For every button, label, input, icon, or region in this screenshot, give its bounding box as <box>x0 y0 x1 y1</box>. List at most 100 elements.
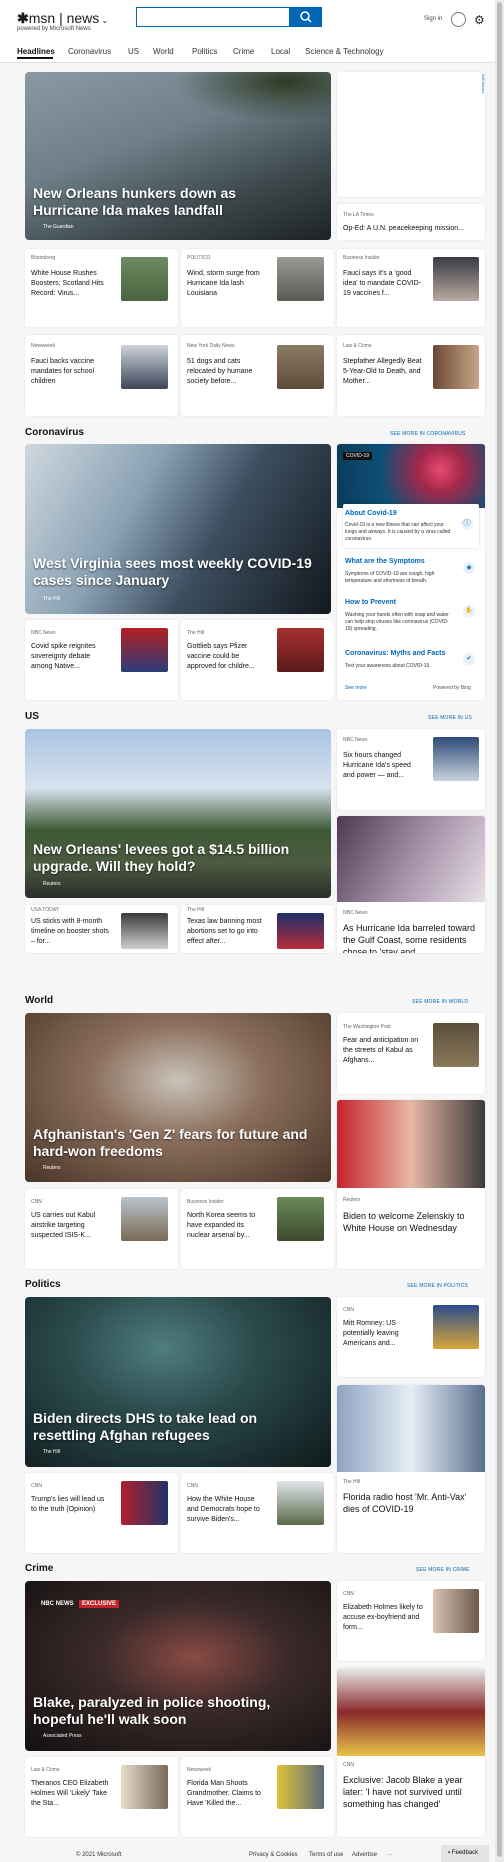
side-card[interactable]: The LA Times Op-Ed: A U.N. peacekeeping … <box>337 204 485 240</box>
headline[interactable]: Fear and anticipation on the streets of … <box>343 1036 423 1066</box>
hero-card[interactable]: West Virginia sees most weekly COVID-19 … <box>25 444 331 614</box>
news-card[interactable]: NBC News Six hours changed Hurricane Ida… <box>337 729 485 810</box>
news-card[interactable]: The Hill Gottlieb says Pfizer vaccine co… <box>181 620 334 700</box>
news-card[interactable]: CNN How the White House and Democrats ho… <box>181 1473 334 1553</box>
headline[interactable]: Trump's lies will lead us to the truth (… <box>31 1495 111 1515</box>
headline[interactable]: US sticks with 8-month timeline on boost… <box>31 917 111 947</box>
headline[interactable]: Gottlieb says Pfizer vaccine could be ap… <box>187 642 267 672</box>
tab-crime[interactable]: Crime <box>233 47 254 56</box>
news-card[interactable]: CNN Mitt Romney: US potentially leaving … <box>337 1297 485 1377</box>
footer-link-privacy[interactable]: Privacy & Cookies <box>249 1852 298 1858</box>
news-card[interactable]: Business Insider North Korea seems to ha… <box>181 1189 334 1269</box>
search-button[interactable] <box>290 7 322 27</box>
headline[interactable]: Mitt Romney: US potentially leaving Amer… <box>343 1319 423 1349</box>
news-card[interactable]: Law & Crime Theranos CEO Elizabeth Holme… <box>25 1757 178 1837</box>
headline[interactable]: Fauci backs vaccine mandates for school … <box>31 357 111 387</box>
news-card[interactable]: USA TODAY US sticks with 8-month timelin… <box>25 905 178 953</box>
ad-card[interactable]: AdChoices <box>337 72 486 197</box>
hero-card[interactable]: New Orleans hunkers down as Hurricane Id… <box>25 72 331 240</box>
see-more-link[interactable]: SEE MORE IN CORONAVIRUS <box>390 431 466 437</box>
footer-link-advertise[interactable]: Advertise <box>352 1852 377 1858</box>
headline[interactable]: 51 dogs and cats relocated by humane soc… <box>187 357 267 387</box>
scrollbar-thumb[interactable] <box>497 2 502 1857</box>
tab-us[interactable]: US <box>128 47 139 56</box>
tab-headlines[interactable]: Headlines <box>17 47 55 56</box>
headline[interactable]: US carries out Kabul airstrike targeting… <box>31 1211 111 1241</box>
headline[interactable]: Op-Ed: A U.N. peacekeeping mission... <box>343 224 464 234</box>
gear-icon[interactable]: ⚙ <box>474 13 485 27</box>
headline[interactable]: Elizabeth Holmes likely to accuse ex-boy… <box>343 1603 423 1633</box>
footer-link-terms[interactable]: Terms of use <box>309 1852 343 1858</box>
headline[interactable]: Theranos CEO Elizabeth Holmes Will 'Like… <box>31 1779 111 1809</box>
hero-image-trees <box>175 72 331 122</box>
news-card[interactable]: Bloomberg White House Rushes Boosters; S… <box>25 249 178 327</box>
news-card[interactable]: Business Insider Fauci says it's a 'good… <box>337 249 485 327</box>
hero-card[interactable]: Biden directs DHS to take lead on resett… <box>25 1297 331 1467</box>
big-card[interactable]: Reuters Biden to welcome Zelenskiy to Wh… <box>337 1100 485 1269</box>
big-card[interactable]: CNN Exclusive: Jacob Blake a year later:… <box>337 1668 485 1837</box>
headline[interactable]: Stepfather Allegedly Beat 5-Year-Old to … <box>343 357 423 387</box>
news-card[interactable]: Law & Crime Stepfather Allegedly Beat 5-… <box>337 335 485 416</box>
news-card[interactable]: CNN Trump's lies will lead us to the tru… <box>25 1473 178 1553</box>
more-icon[interactable]: ··· <box>387 1852 393 1858</box>
headline[interactable]: Fauci says it's a 'good idea' to mandate… <box>343 269 423 299</box>
headline[interactable]: Texas law banning most abortions set to … <box>187 917 267 947</box>
headline[interactable]: Wind, storm surge from Hurricane Ida las… <box>187 269 267 299</box>
big-card[interactable]: The Hill Florida radio host 'Mr. Anti-Va… <box>337 1385 485 1553</box>
source-label: CNN <box>31 1483 42 1489</box>
covid-info-title[interactable]: Coronavirus: Myths and Facts <box>345 650 445 657</box>
news-card[interactable]: CNN Elizabeth Holmes likely to accuse ex… <box>337 1581 485 1661</box>
see-more-link[interactable]: SEE MORE IN POLITICS <box>407 1283 468 1289</box>
tab-politics[interactable]: Politics <box>192 47 217 56</box>
big-card[interactable]: NBC News As Hurricane Ida barreled towar… <box>337 816 485 953</box>
see-more-link[interactable]: SEE MORE IN US <box>428 715 472 721</box>
news-card[interactable]: NBC News Covid spike reignites sovereign… <box>25 620 178 700</box>
feedback-button[interactable]: ▪ Feedback <box>441 1845 489 1862</box>
news-card[interactable]: Newsweek Florida Man Shoots Grandmother,… <box>181 1757 334 1837</box>
covid-info-title[interactable]: How to Prevent <box>345 599 396 606</box>
tab-science-technology[interactable]: Science & Technology <box>305 47 384 56</box>
hero-card[interactable]: NBC NEWS EXCLUSIVE Blake, paralyzed in p… <box>25 1581 331 1751</box>
see-more-link[interactable]: SEE MORE IN CRIME <box>416 1567 470 1573</box>
carousel-dots[interactable] <box>141 235 201 240</box>
headline[interactable]: Biden to welcome Zelenskiy to White Hous… <box>343 1210 479 1234</box>
hero-card[interactable]: Afghanistan's 'Gen Z' fears for future a… <box>25 1013 331 1182</box>
news-card[interactable]: POLITICO Wind, storm surge from Hurrican… <box>181 249 334 327</box>
see-more-link[interactable]: SEE MORE IN WORLD <box>412 999 468 1005</box>
card-image <box>337 816 485 902</box>
tab-coronavirus[interactable]: Coronavirus <box>68 47 111 56</box>
headline[interactable]: Florida radio host 'Mr. Anti-Vax' dies o… <box>343 1491 475 1515</box>
headline[interactable]: Exclusive: Jacob Blake a year later: 'I … <box>343 1774 479 1810</box>
headline[interactable]: How the White House and Democrats hope t… <box>187 1495 267 1525</box>
tab-world[interactable]: World <box>153 47 174 56</box>
headline[interactable]: Covid spike reignites sovereignty debate… <box>31 642 111 672</box>
hero-title[interactable]: Afghanistan's 'Gen Z' fears for future a… <box>33 1126 313 1160</box>
news-card[interactable]: Newsweek Fauci backs vaccine mandates fo… <box>25 335 178 416</box>
headline[interactable]: As Hurricane Ida barreled toward the Gul… <box>343 922 481 953</box>
news-card[interactable]: New York Daily News 51 dogs and cats rel… <box>181 335 334 416</box>
search-input[interactable] <box>136 7 290 27</box>
news-card[interactable]: CNN US carries out Kabul airstrike targe… <box>25 1189 178 1269</box>
hero-title[interactable]: Biden directs DHS to take lead on resett… <box>33 1410 323 1444</box>
covid-info-title[interactable]: What are the Symptoms <box>345 558 425 565</box>
hero-title[interactable]: New Orleans' levees got a $14.5 billion … <box>33 841 303 875</box>
headline[interactable]: White House Rushes Boosters; Scotland Hi… <box>31 269 111 299</box>
covid-info-card[interactable]: About Covid-19 Covid-19 is a new illness… <box>343 504 479 548</box>
tab-local[interactable]: Local <box>271 47 290 56</box>
msn-logo[interactable]: ✱msn | news ⌄ <box>17 10 108 27</box>
avatar-icon[interactable] <box>451 12 466 27</box>
covid-see-more[interactable]: See more <box>345 685 367 691</box>
headline[interactable]: Six hours changed Hurricane Ida's speed … <box>343 751 423 781</box>
hero-title[interactable]: West Virginia sees most weekly COVID-19 … <box>33 555 313 589</box>
hero-title[interactable]: New Orleans hunkers down as Hurricane Id… <box>33 185 303 219</box>
news-card[interactable]: The Hill Texas law banning most abortion… <box>181 905 334 953</box>
headline[interactable]: North Korea seems to have expanded its n… <box>187 1211 267 1241</box>
headline[interactable]: Florida Man Shoots Grandmother, Claims t… <box>187 1779 267 1809</box>
covid-info-title[interactable]: About Covid-19 <box>345 510 397 517</box>
news-card[interactable]: The Washington Post Fear and anticipatio… <box>337 1013 485 1094</box>
signin-link[interactable]: Sign in <box>424 16 442 22</box>
adchoices-label[interactable]: AdChoices <box>481 74 486 93</box>
hero-card[interactable]: New Orleans' levees got a $14.5 billion … <box>25 729 331 898</box>
info-icon: ⓘ <box>461 518 473 530</box>
hero-title[interactable]: Blake, paralyzed in police shooting, hop… <box>33 1694 313 1728</box>
